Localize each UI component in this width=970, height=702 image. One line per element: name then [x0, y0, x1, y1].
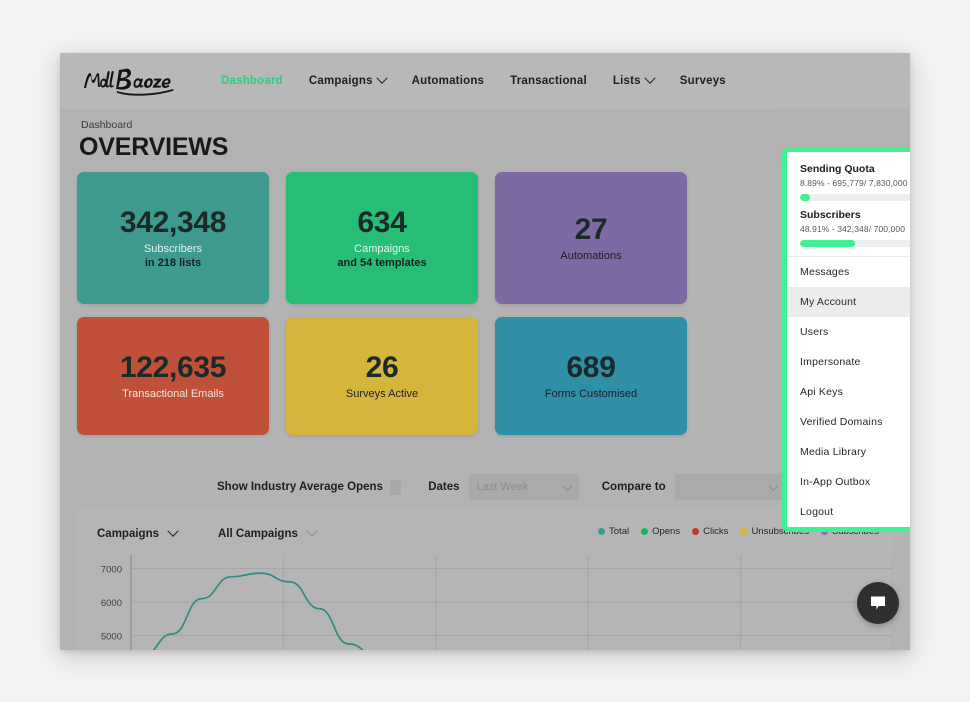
nav-item-surveys-label: Surveys	[680, 75, 726, 87]
stat-card-label: Transactional Emails	[122, 388, 224, 400]
stat-cards: 342,348 Subscribers in 218 lists 634 Cam…	[77, 172, 893, 448]
stat-card-row-top: 342,348 Subscribers in 218 lists 634 Cam…	[77, 172, 893, 304]
subscribers-quota-title: Subscribers	[800, 209, 910, 221]
industry-average-label: Show Industry Average Opens	[217, 481, 383, 493]
screenshot-stage: Dashboard Campaigns Automations Transact…	[0, 0, 970, 702]
chat-bubble-icon	[868, 593, 888, 613]
stat-card-label: Forms Customised	[545, 388, 637, 400]
nav-item-automations-label: Automations	[412, 75, 484, 87]
legend-label: Opens	[652, 526, 680, 537]
nav-links: Dashboard Campaigns Automations Transact…	[221, 75, 726, 87]
dates-label: Dates	[428, 481, 459, 493]
sending-quota-progress-fill	[800, 194, 810, 201]
chevron-down-icon	[306, 526, 317, 537]
menu-item-verified-domains[interactable]: Verified Domains	[787, 407, 910, 437]
stat-card-number: 27	[575, 214, 608, 246]
stat-card-label: Surveys Active	[346, 388, 418, 400]
stat-card-number: 26	[366, 352, 399, 384]
chart-controls: Campaigns All Campaigns	[97, 522, 320, 546]
top-navbar: Dashboard Campaigns Automations Transact…	[60, 53, 910, 109]
subscribers-quota-detail: 48.91% - 342,348/ 700,000	[800, 224, 910, 234]
legend-label: Total	[609, 526, 629, 537]
chart-filter-select[interactable]: All Campaigns	[218, 522, 320, 546]
sending-quota-title: Sending Quota	[800, 163, 910, 175]
chart-filter-value: All Campaigns	[218, 528, 298, 540]
menu-item-logout[interactable]: Logout	[787, 497, 910, 527]
stat-card-sub: and 54 templates	[337, 257, 426, 269]
subscribers-progress-fill	[800, 240, 855, 247]
stat-card-label: Campaigns	[354, 243, 410, 255]
chevron-down-icon	[562, 481, 572, 491]
breadcrumb: Dashboard	[81, 119, 132, 131]
mailblaze-logo[interactable]	[81, 64, 193, 98]
nav-item-campaigns-label: Campaigns	[309, 75, 373, 87]
menu-item-impersonate[interactable]: Impersonate	[787, 347, 910, 377]
nav-item-dashboard-label: Dashboard	[221, 75, 283, 87]
legend-color-swatch	[641, 528, 648, 535]
compare-to-label: Compare to	[602, 481, 666, 493]
svg-text:7000: 7000	[101, 564, 122, 575]
chevron-down-icon	[768, 481, 778, 491]
sending-quota-progressbar	[800, 194, 910, 201]
chevron-down-icon	[644, 73, 655, 84]
stat-card-number: 342,348	[120, 207, 226, 239]
legend-label: Clicks	[703, 526, 728, 537]
stat-card-label: Subscribers	[144, 243, 202, 255]
menu-item-users[interactable]: Users	[787, 317, 910, 347]
nav-item-transactional[interactable]: Transactional	[510, 75, 587, 87]
svg-text:6000: 6000	[101, 598, 122, 609]
quota-block: Sending Quota 8.89% - 695,779/ 7,830,000…	[787, 152, 910, 256]
nav-item-automations[interactable]: Automations	[412, 75, 484, 87]
svg-text:5000: 5000	[101, 632, 122, 643]
stat-card-label: Automations	[560, 250, 621, 262]
chevron-down-icon	[376, 73, 387, 84]
industry-average-checkbox[interactable]	[390, 480, 401, 495]
nav-item-lists[interactable]: Lists	[613, 75, 654, 87]
stat-card-sub: in 218 lists	[145, 257, 201, 269]
menu-item-in-app-outbox[interactable]: In-App Outbox	[787, 467, 910, 497]
legend-item-total[interactable]: Total	[598, 526, 629, 537]
chart-plot-area: 7000 6000 5000	[77, 553, 893, 650]
stat-card-subscribers[interactable]: 342,348 Subscribers in 218 lists	[77, 172, 269, 304]
stat-card-number: 122,635	[120, 352, 226, 384]
chart-panel: Campaigns All Campaigns Total Opens	[77, 509, 893, 650]
legend-color-swatch	[598, 528, 605, 535]
nav-item-lists-label: Lists	[613, 75, 641, 87]
account-dropdown-panel: Sending Quota 8.89% - 695,779/ 7,830,000…	[782, 147, 910, 532]
stat-card-number: 689	[566, 352, 615, 384]
stat-card-forms-customised[interactable]: 689 Forms Customised	[495, 317, 687, 435]
legend-color-swatch	[692, 528, 699, 535]
dates-select[interactable]: Last Week	[469, 474, 579, 500]
nav-item-surveys[interactable]: Surveys	[680, 75, 726, 87]
stat-card-surveys-active[interactable]: 26 Surveys Active	[286, 317, 478, 435]
stat-card-automations[interactable]: 27 Automations	[495, 172, 687, 304]
menu-item-api-keys[interactable]: Api Keys	[787, 377, 910, 407]
legend-item-clicks[interactable]: Clicks	[692, 526, 728, 537]
compare-to-select[interactable]	[675, 474, 785, 500]
legend-color-swatch	[740, 528, 747, 535]
subscribers-progressbar	[800, 240, 910, 247]
menu-item-media-library[interactable]: Media Library	[787, 437, 910, 467]
chart-scope-select[interactable]: Campaigns	[97, 522, 181, 546]
menu-item-my-account[interactable]: My Account	[787, 287, 910, 317]
chat-bubble-button[interactable]	[857, 582, 899, 624]
nav-item-campaigns[interactable]: Campaigns	[309, 75, 386, 87]
menu-item-messages[interactable]: Messages	[787, 257, 910, 287]
dates-select-value: Last Week	[477, 481, 529, 493]
nav-item-dashboard[interactable]: Dashboard	[221, 75, 283, 87]
chart-scope-value: Campaigns	[97, 528, 159, 540]
chevron-down-icon	[167, 526, 178, 537]
stat-card-row-bottom: 122,635 Transactional Emails 26 Surveys …	[77, 317, 893, 435]
nav-item-transactional-label: Transactional	[510, 75, 587, 87]
app-window: Dashboard Campaigns Automations Transact…	[60, 53, 910, 650]
stat-card-transactional-emails[interactable]: 122,635 Transactional Emails	[77, 317, 269, 435]
page-title: OVERVIEWS	[79, 133, 228, 162]
stat-card-campaigns[interactable]: 634 Campaigns and 54 templates	[286, 172, 478, 304]
legend-item-opens[interactable]: Opens	[641, 526, 680, 537]
stat-card-number: 634	[357, 207, 406, 239]
sending-quota-detail: 8.89% - 695,779/ 7,830,000	[800, 178, 910, 188]
